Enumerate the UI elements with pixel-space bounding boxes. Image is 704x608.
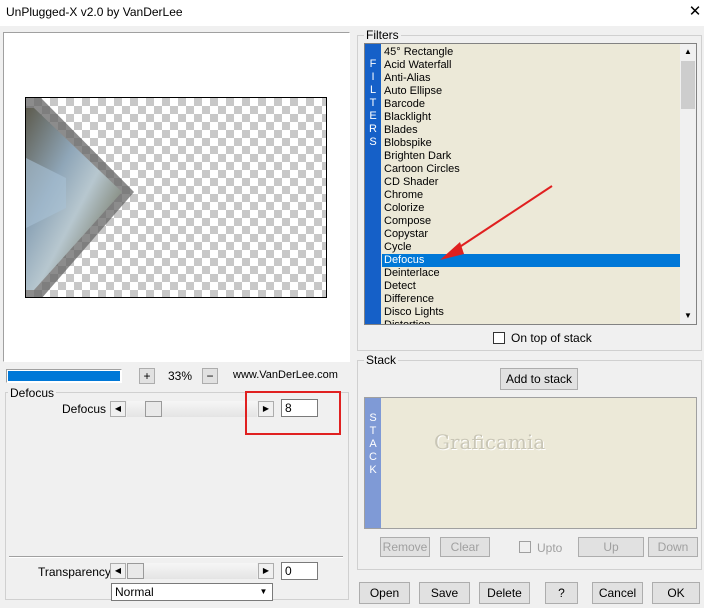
- zoom-in-button[interactable]: +: [139, 368, 155, 384]
- sidebar-letter: E: [369, 110, 377, 122]
- stack-list-frame: STACK Graficamia: [364, 397, 697, 529]
- stack-list[interactable]: Graficamia: [382, 398, 696, 528]
- filter-item[interactable]: Difference: [382, 293, 680, 306]
- filters-group-title: Filters: [364, 28, 401, 42]
- transparency-slider-track[interactable]: [127, 563, 257, 579]
- transparency-value-field[interactable]: 0: [281, 562, 318, 580]
- stack-sidebar-label: STACK: [365, 398, 381, 477]
- defocus-highlight-box: [245, 391, 341, 435]
- ok-button[interactable]: OK: [652, 582, 700, 604]
- sidebar-letter: L: [369, 84, 377, 96]
- transparency-increase-button[interactable]: ▶: [258, 563, 274, 579]
- defocus-decrease-button[interactable]: ◀: [110, 401, 126, 417]
- filters-scrollbar[interactable]: ▲ ▼: [680, 44, 696, 324]
- filter-item[interactable]: Disco Lights: [382, 306, 680, 319]
- progress-fill: [8, 371, 120, 381]
- stack-group-title: Stack: [364, 353, 399, 367]
- sidebar-letter: R: [369, 123, 377, 135]
- chevron-down-icon[interactable]: ▼: [256, 584, 271, 600]
- params-group-title: Defocus: [8, 386, 57, 400]
- stack-sidebar: STACK: [365, 398, 381, 528]
- defocus-slider-thumb[interactable]: [145, 401, 162, 417]
- on-top-label[interactable]: On top of stack: [511, 331, 592, 345]
- upto-label[interactable]: Upto: [537, 541, 562, 555]
- filter-item[interactable]: Acid Waterfall: [382, 59, 680, 72]
- close-icon[interactable]: ✕: [684, 1, 704, 23]
- preview-panel: [3, 32, 350, 362]
- filter-item[interactable]: Barcode: [382, 98, 680, 111]
- filter-item[interactable]: Blobspike: [382, 137, 680, 150]
- filter-item[interactable]: Cartoon Circles: [382, 163, 680, 176]
- delete-button[interactable]: Delete: [479, 582, 530, 604]
- blend-mode-select[interactable]: Normal ▼: [111, 583, 273, 601]
- sidebar-letter: K: [369, 464, 377, 476]
- up-button[interactable]: Up: [578, 537, 644, 557]
- filters-sidebar: FILTERS: [365, 44, 381, 324]
- upto-checkbox[interactable]: [519, 541, 531, 553]
- help-button[interactable]: ?: [545, 582, 578, 604]
- website-link[interactable]: www.VanDerLee.com: [233, 369, 338, 381]
- transparency-decrease-button[interactable]: ◀: [110, 563, 126, 579]
- sidebar-letter: S: [369, 412, 377, 424]
- filter-item[interactable]: Brighten Dark: [382, 150, 680, 163]
- progress-bar: [6, 369, 122, 383]
- sidebar-letter: T: [369, 425, 377, 437]
- filter-item[interactable]: 45° Rectangle: [382, 46, 680, 59]
- defocus-preview-shape: [26, 98, 134, 297]
- filter-item[interactable]: Auto Ellipse: [382, 85, 680, 98]
- remove-button[interactable]: Remove: [380, 537, 430, 557]
- filter-item[interactable]: Distortion: [382, 319, 680, 324]
- filters-sidebar-label: FILTERS: [365, 44, 381, 149]
- clear-button[interactable]: Clear: [440, 537, 490, 557]
- sidebar-letter: I: [371, 71, 375, 83]
- transparency-slider-thumb[interactable]: [127, 563, 144, 579]
- zoom-out-button[interactable]: −: [202, 368, 218, 384]
- on-top-checkbox[interactable]: [493, 332, 505, 344]
- scroll-thumb[interactable]: [681, 61, 695, 109]
- blend-mode-value: Normal: [115, 585, 154, 599]
- params-separator: [9, 556, 343, 558]
- sidebar-letter: F: [369, 58, 377, 70]
- sidebar-letter: C: [369, 451, 377, 463]
- sidebar-letter: S: [369, 136, 377, 148]
- preview-image: [25, 97, 327, 298]
- defocus-label: Defocus: [62, 402, 107, 416]
- open-button[interactable]: Open: [359, 582, 410, 604]
- filter-item[interactable]: Blacklight: [382, 111, 680, 124]
- filter-item[interactable]: Blades: [382, 124, 680, 137]
- add-to-stack-button[interactable]: Add to stack: [500, 368, 578, 390]
- scroll-up-button[interactable]: ▲: [680, 44, 696, 60]
- zoom-label: 33%: [168, 369, 193, 383]
- down-button[interactable]: Down: [648, 537, 698, 557]
- cancel-button[interactable]: Cancel: [592, 582, 643, 604]
- sidebar-letter: A: [369, 438, 377, 450]
- annotation-arrow: [440, 185, 553, 260]
- window-title: UnPlugged-X v2.0 by VanDerLee: [6, 5, 183, 19]
- title-bar: UnPlugged-X v2.0 by VanDerLee ✕: [0, 0, 704, 26]
- sidebar-letter: T: [369, 97, 377, 109]
- filter-item[interactable]: Detect: [382, 280, 680, 293]
- save-button[interactable]: Save: [419, 582, 470, 604]
- scroll-down-button[interactable]: ▼: [680, 308, 696, 324]
- filter-item[interactable]: Anti-Alias: [382, 72, 680, 85]
- watermark-logo: Graficamia: [434, 430, 546, 454]
- transparency-label: Transparency: [38, 565, 111, 579]
